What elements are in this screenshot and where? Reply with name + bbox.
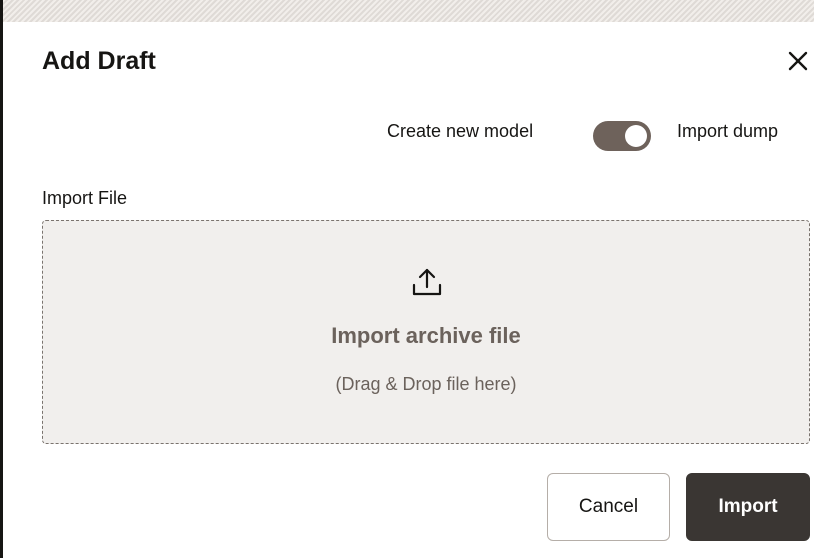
- close-icon: [788, 51, 808, 71]
- upload-icon: [412, 268, 442, 296]
- file-dropzone[interactable]: Import archive file (Drag & Drop file he…: [42, 220, 810, 444]
- dropzone-title: Import archive file: [331, 323, 521, 348]
- cancel-button[interactable]: Cancel: [547, 473, 670, 541]
- import-button[interactable]: Import: [686, 473, 810, 541]
- dropzone-hint: (Drag & Drop file here): [335, 374, 517, 394]
- background-strip: [0, 0, 814, 22]
- mode-toggle-switch[interactable]: [593, 121, 651, 151]
- import-file-label: Import File: [42, 188, 128, 208]
- dialog-left-border: [0, 0, 3, 558]
- toggle-knob: [625, 125, 647, 147]
- close-button[interactable]: [781, 44, 814, 78]
- import-dump-label[interactable]: Import dump: [677, 118, 778, 144]
- add-draft-dialog: Add Draft Create new model Import dump I…: [0, 0, 814, 558]
- create-new-model-label[interactable]: Create new model: [387, 118, 587, 144]
- dialog-title: Add Draft: [42, 47, 156, 75]
